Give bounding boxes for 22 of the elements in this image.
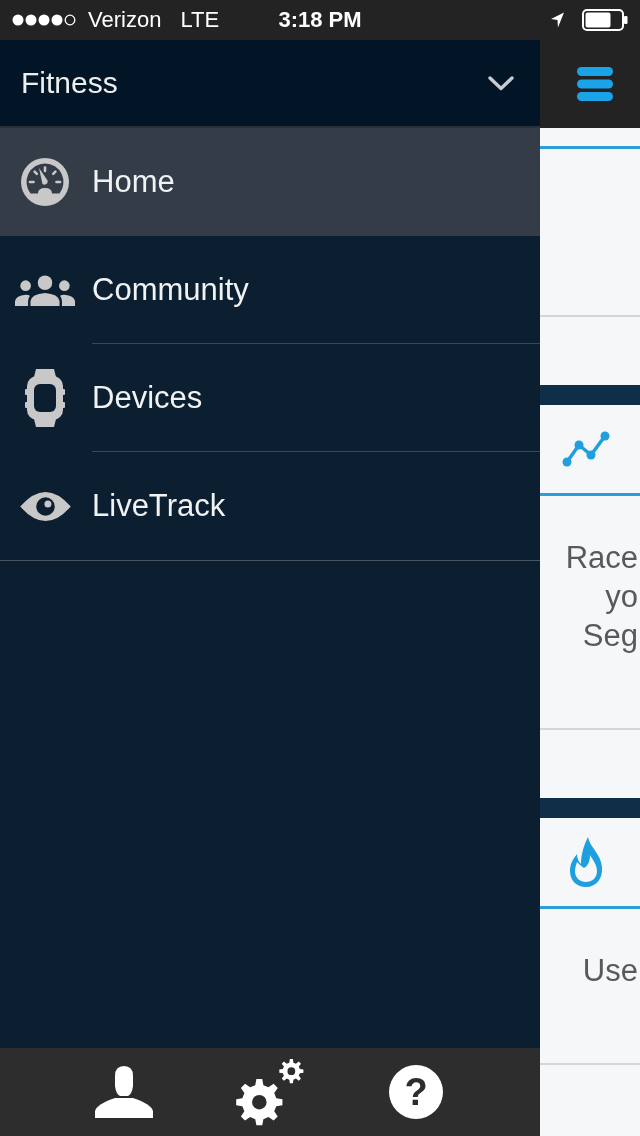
- menu-icon[interactable]: [577, 67, 613, 101]
- clock-time: 3:18 PM: [278, 7, 362, 33]
- people-icon: [14, 274, 76, 306]
- network-type: LTE: [180, 7, 220, 33]
- signal-icon: [12, 14, 76, 26]
- gauge-icon: [21, 158, 69, 206]
- flame-icon: [568, 837, 604, 887]
- carrier-name: Verizon: [88, 7, 162, 33]
- menu-item[interactable]: Home: [0, 128, 540, 236]
- location-arrow-icon: [551, 12, 564, 28]
- section-dropdown[interactable]: Fitness: [0, 40, 540, 128]
- settings-icon[interactable]: [236, 1058, 304, 1126]
- menu-item[interactable]: Community: [0, 236, 540, 344]
- menu-item[interactable]: Devices: [0, 344, 540, 452]
- person-icon[interactable]: [95, 1066, 153, 1118]
- help-button[interactable]: ?: [389, 1065, 443, 1119]
- menu-item[interactable]: LiveTrack: [0, 452, 540, 560]
- battery-icon: [582, 9, 628, 31]
- card-text: Use: [581, 952, 639, 990]
- line-chart-icon: [562, 431, 610, 467]
- watch-icon: [25, 369, 65, 427]
- card-text: Race yo Seg: [564, 539, 639, 655]
